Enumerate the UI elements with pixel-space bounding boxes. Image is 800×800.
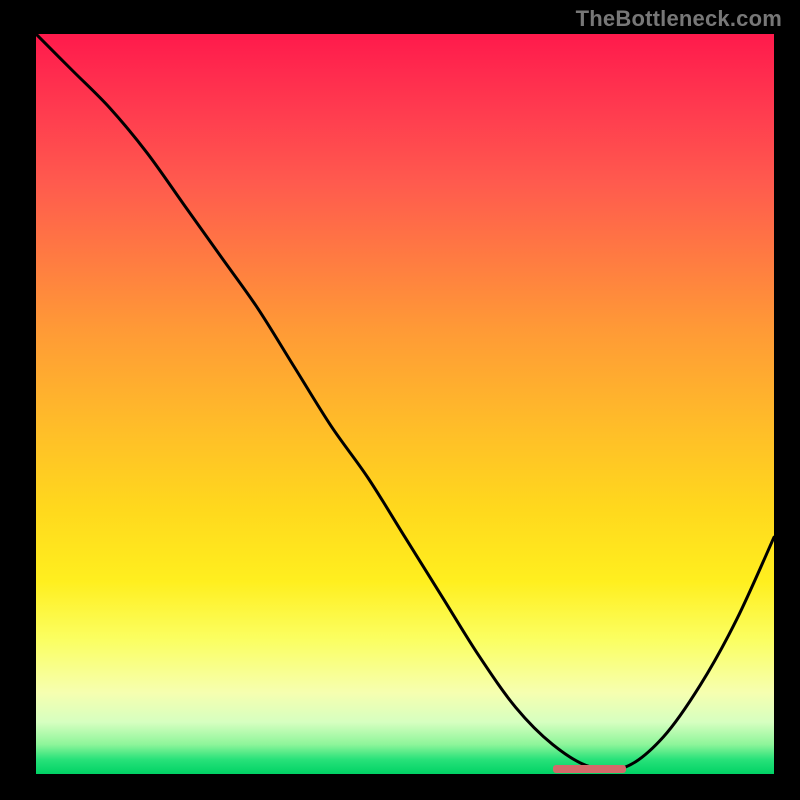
plot-area — [36, 34, 774, 774]
chart-container: TheBottleneck.com — [0, 0, 800, 800]
curve-layer — [36, 34, 774, 774]
bottleneck-curve — [36, 34, 774, 770]
minimum-marker — [553, 765, 627, 773]
watermark-text: TheBottleneck.com — [576, 6, 782, 32]
